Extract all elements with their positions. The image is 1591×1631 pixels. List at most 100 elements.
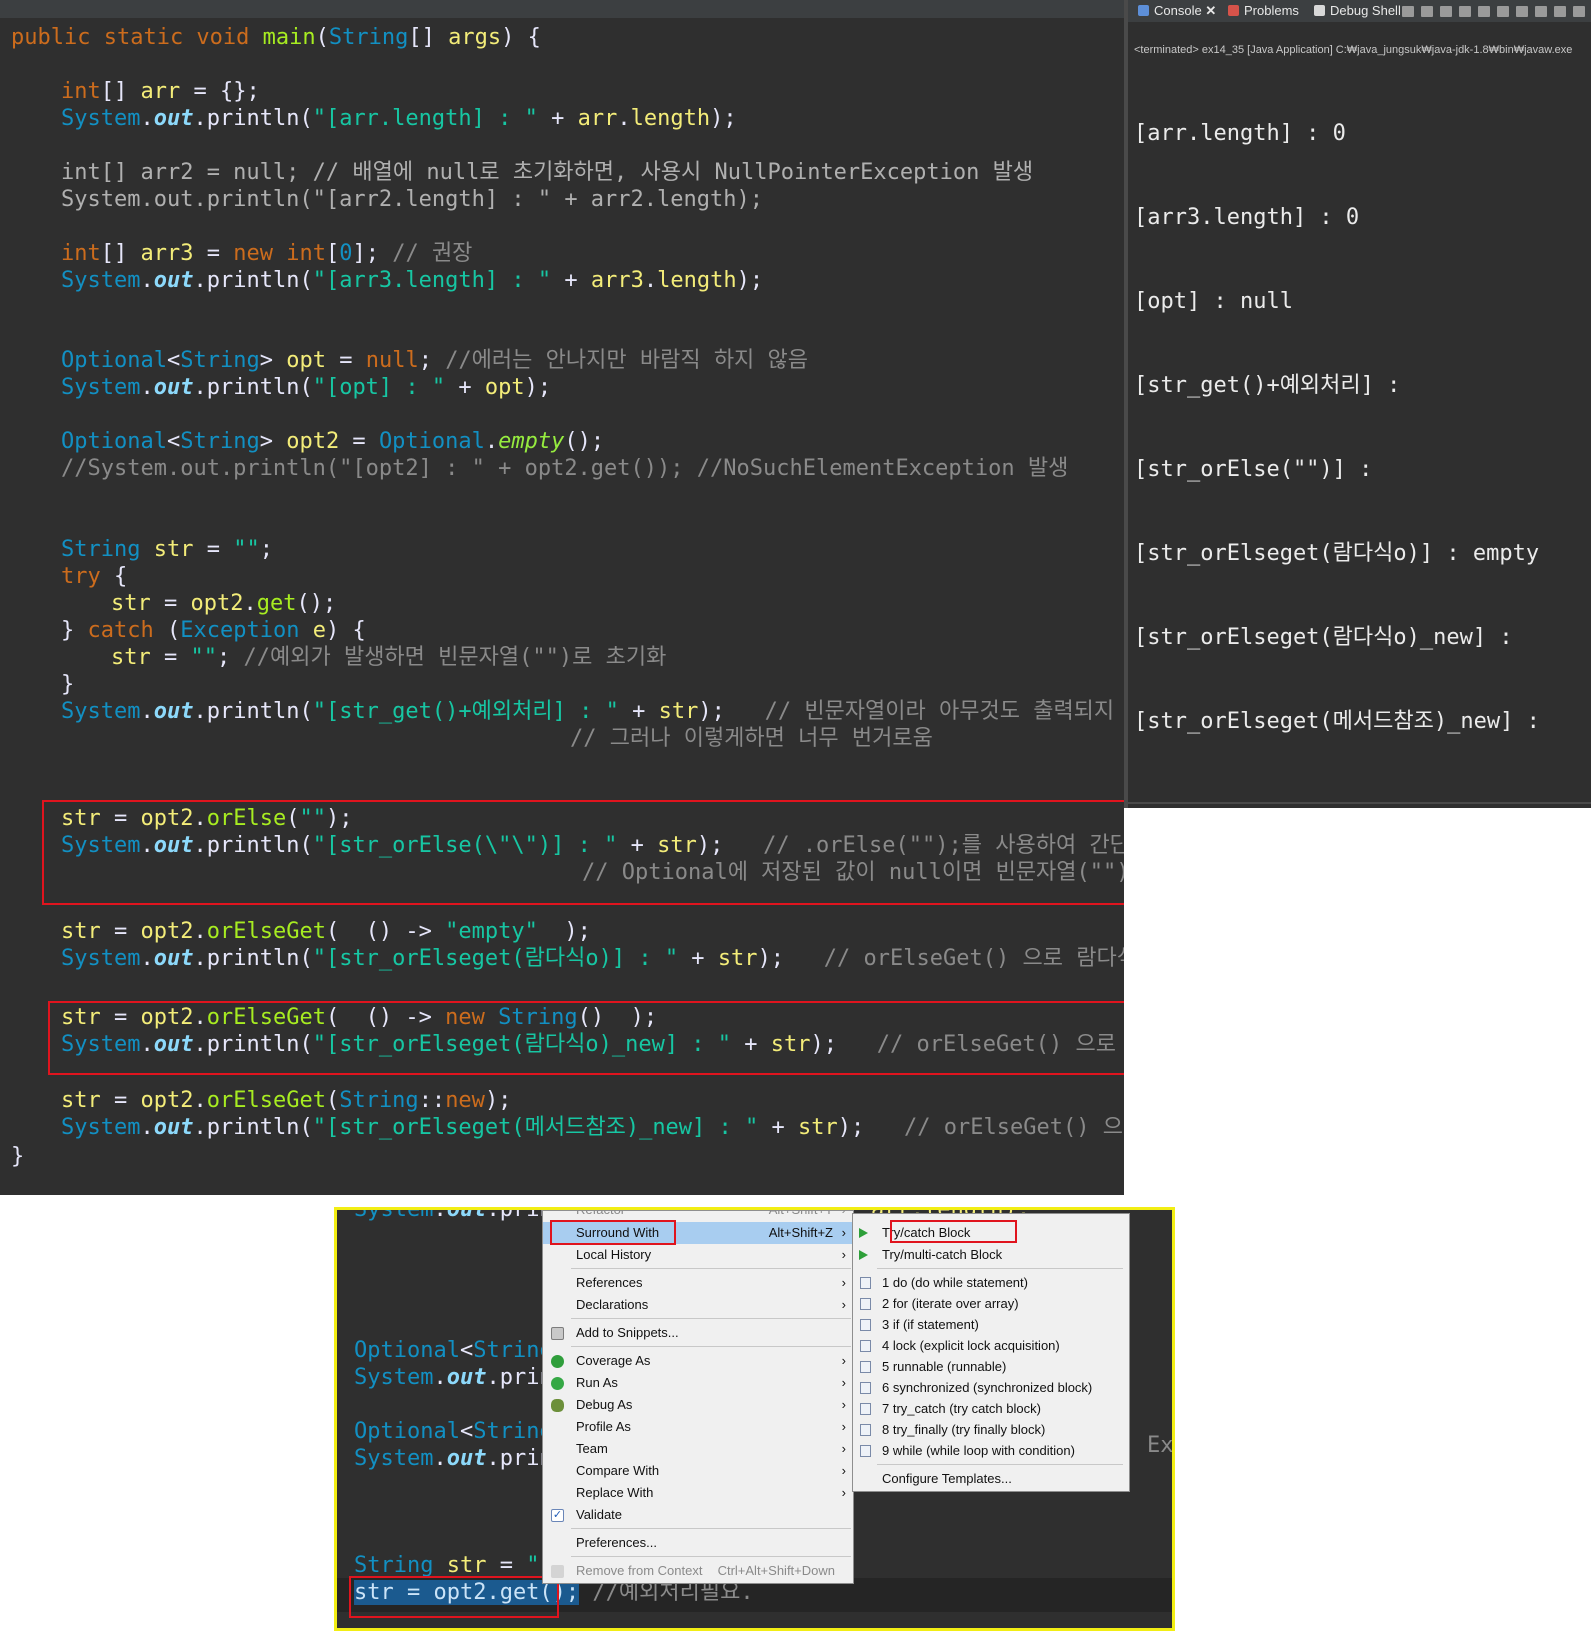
code-line-arr3-print: System.out.println("[arr3.length] : " + …: [61, 268, 764, 293]
submenu-separator: [877, 1464, 1123, 1465]
template-icon: [860, 1277, 871, 1289]
template-icon: [860, 1298, 871, 1310]
code-line-main: public static void main(String[] args) {: [11, 25, 541, 50]
tab-console[interactable]: Console ✕: [1138, 3, 1216, 19]
code-line-get-print-comment2: // 그러나 이렇게하면 너무 번거로움: [570, 726, 933, 751]
tab-problems[interactable]: Problems: [1228, 3, 1299, 18]
code-line-opt2: Optional<String> opt2 = Optional.empty()…: [61, 429, 605, 454]
submenu-item-try-multi-catch[interactable]: Try/multi-catch Block: [853, 1244, 1129, 1266]
console-output-line: [arr3.length] : 0: [1134, 205, 1360, 230]
word-wrap-icon[interactable]: [1497, 6, 1509, 17]
console-output-line: [opt] : null: [1134, 289, 1293, 314]
console-output-line: [str_orElseget(람다식o)] : empty: [1134, 541, 1540, 566]
submenu-item-while[interactable]: 9 while (while loop with condition): [853, 1440, 1129, 1462]
menu-item-debug-as[interactable]: Debug As ›: [543, 1394, 853, 1416]
clear-console-icon[interactable]: [1459, 6, 1471, 17]
menu-item-team[interactable]: Team ›: [543, 1438, 853, 1460]
remove-launch-icon[interactable]: [1421, 6, 1433, 17]
menu-item-add-to-snippets[interactable]: Add to Snippets...: [543, 1322, 853, 1344]
tab-debug-shell[interactable]: Debug Shell: [1314, 3, 1401, 18]
close-icon[interactable]: ✕: [1205, 3, 1216, 18]
submenu-item-do[interactable]: 1 do (do while statement): [853, 1272, 1129, 1294]
code-line-arr-print: System.out.println("[arr.length] : " + a…: [61, 106, 737, 131]
bg-code-line-opt-print: System.out.prin: [354, 1365, 553, 1390]
submenu-item-for[interactable]: 2 for (iterate over array): [853, 1293, 1129, 1315]
green-arrow-icon: [859, 1228, 868, 1238]
template-icon: [860, 1382, 871, 1394]
scroll-lock-icon[interactable]: [1478, 6, 1490, 17]
try-catch-highlight-box: [890, 1220, 1017, 1243]
display-console-icon[interactable]: [1554, 6, 1566, 17]
menu-item-preferences[interactable]: Preferences...: [543, 1532, 853, 1554]
code-line-catch: } catch (Exception e) {: [61, 618, 366, 643]
selection-highlight-box: [349, 1576, 559, 1618]
submenu-item-lock[interactable]: 4 lock (explicit lock acquisition): [853, 1335, 1129, 1357]
console-output-line: [str_orElseget(람다식o)_new] :: [1134, 625, 1513, 650]
console-toolbar: [1395, 5, 1585, 20]
code-line-opt-print: System.out.println("[opt] : " + opt);: [61, 375, 552, 400]
code-line-arr2: int[] arr2 = null; // 배열에 null로 초기화하면, 사…: [61, 160, 1034, 185]
bg-code-line-opt2-print: System.out.prin: [354, 1446, 553, 1471]
bg-code-line-opt: Optional<String: [354, 1338, 553, 1363]
submenu-item-runnable[interactable]: 5 runnable (runnable): [853, 1356, 1129, 1378]
menu-item-run-as[interactable]: Run As ›: [543, 1372, 853, 1394]
menu-separator: [571, 1346, 851, 1347]
remove-context-icon: [551, 1565, 564, 1578]
submenu-item-if[interactable]: 3 if (if statement): [853, 1314, 1129, 1336]
bg-code-line-top: System.out.prin: [354, 1207, 553, 1222]
submenu-item-synchronized[interactable]: 6 synchronized (synchronized block): [853, 1377, 1129, 1399]
debug-bug-icon: [551, 1399, 564, 1412]
code-line-opt2-comment: //System.out.println("[opt2] : " + opt2.…: [61, 456, 1069, 481]
surround-with-highlight-box: [550, 1220, 676, 1245]
code-line-try: try {: [61, 564, 128, 589]
code-line-get-print: System.out.println("[str_get()+예외처리] : "…: [61, 699, 1115, 724]
code-line-orelseget1: str = opt2.orElseGet( () -> "empty" );: [61, 919, 591, 944]
menu-item-references[interactable]: References ›: [543, 1272, 853, 1294]
console-view[interactable]: Console ✕ Problems Debug Shell <terminat…: [1124, 0, 1591, 808]
menu-item-declarations[interactable]: Declarations ›: [543, 1294, 853, 1316]
code-line-orelseget3-print: System.out.println("[str_orElseget(메서드참조…: [61, 1115, 1124, 1140]
menu-item-replace-with[interactable]: Replace With ›: [543, 1482, 853, 1504]
terminate-icon[interactable]: [1402, 6, 1414, 17]
snippet-icon: [551, 1327, 564, 1340]
highlight-box-orelseget-new: [48, 1001, 1124, 1075]
checkbox-icon: ✓: [551, 1509, 564, 1522]
submenu-separator: [877, 1268, 1123, 1269]
green-arrow-icon: [859, 1250, 868, 1260]
code-line-orelseget1-print: System.out.println("[str_orElseget(람다식o)…: [61, 946, 1124, 971]
menu-item-validate[interactable]: ✓ Validate: [543, 1504, 853, 1526]
code-line-arr2-print: System.out.println("[arr2.length] : " + …: [61, 187, 763, 212]
submenu-item-try-finally[interactable]: 8 try_finally (try finally block): [853, 1419, 1129, 1441]
new-console-icon[interactable]: [1573, 6, 1585, 17]
remove-all-icon[interactable]: [1440, 6, 1452, 17]
problems-icon: [1228, 5, 1239, 16]
menu-separator: [571, 1318, 851, 1319]
template-icon: [860, 1403, 871, 1415]
menu-item-local-history[interactable]: Local History ›: [543, 1244, 853, 1266]
menu-item-refactor[interactable]: Refactor Alt+Shift+T ›: [543, 1210, 853, 1221]
console-output[interactable]: [arr.length] : 0 [arr3.length] : 0 [opt]…: [1134, 64, 1540, 792]
code-line-arr: int[] arr = {};: [61, 79, 260, 104]
context-menu: Refactor Alt+Shift+T › Surround With Alt+Sh…: [542, 1210, 854, 1584]
menu-item-profile-as[interactable]: Profile As ›: [543, 1416, 853, 1438]
console-tab-bar: Console ✕ Problems Debug Shell: [1128, 0, 1591, 22]
submenu-item-try-catch-template[interactable]: 7 try_catch (try catch block): [853, 1398, 1129, 1420]
menu-item-remove-from-context[interactable]: Remove from Context Ctrl+Alt+Shift+Down: [543, 1560, 853, 1582]
console-output-line: [arr.length] : 0: [1134, 121, 1346, 146]
code-line-end: }: [11, 1144, 25, 1169]
console-status-line: <terminated> ex14_35 [Java Application] …: [1134, 44, 1573, 56]
menu-item-coverage-as[interactable]: Coverage As ›: [543, 1350, 853, 1372]
console-output-line: [str_orElse("")] :: [1134, 457, 1373, 482]
code-line-get: str = opt2.get();: [111, 591, 337, 616]
highlight-box-orelse: [42, 800, 1124, 905]
template-icon: [860, 1340, 871, 1352]
show-console-icon[interactable]: [1516, 6, 1528, 17]
menu-item-compare-with[interactable]: Compare With ›: [543, 1460, 853, 1482]
bg-code-line-opt2: Optional<String: [354, 1419, 553, 1444]
code-editor[interactable]: public static void main(String[] args) {…: [0, 0, 1124, 1195]
pin-console-icon[interactable]: [1535, 6, 1547, 17]
debug-shell-icon: [1314, 5, 1325, 16]
editor-title-bar: [0, 0, 1124, 18]
submenu-item-configure-templates[interactable]: Configure Templates...: [853, 1468, 1129, 1490]
menu-separator: [571, 1528, 851, 1529]
